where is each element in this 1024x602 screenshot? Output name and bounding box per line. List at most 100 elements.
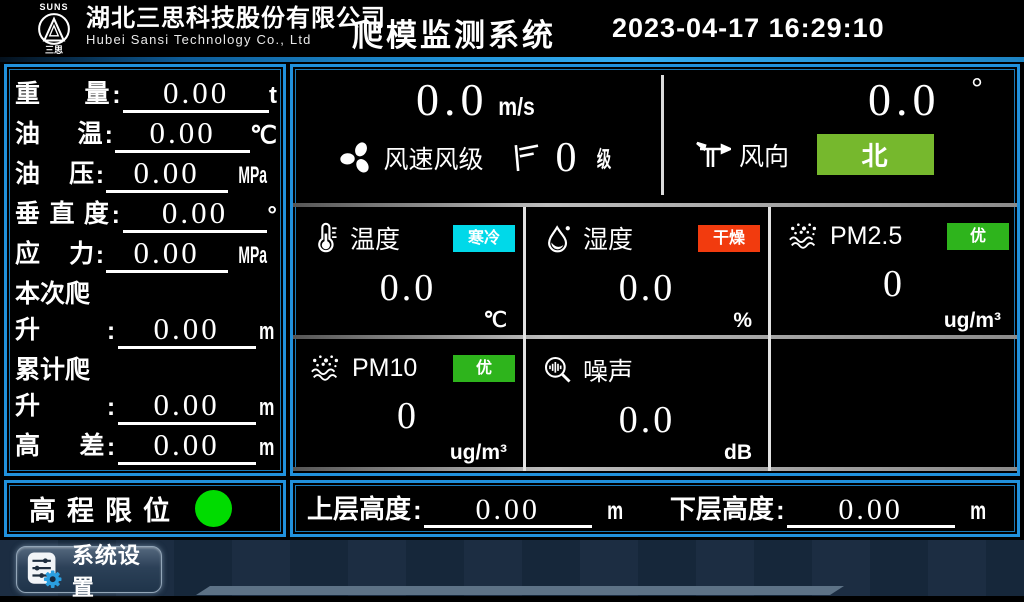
elevation-limit-panel: 高程限位 bbox=[4, 480, 286, 537]
wind-direction-block: 0.0 ° 风向 北 bbox=[673, 67, 1017, 203]
sensor-unit: ℃ bbox=[483, 308, 507, 333]
degree-symbol: ° bbox=[971, 73, 983, 106]
metric-label: 垂直度 bbox=[15, 194, 109, 233]
page-title: 爬模监测系统 bbox=[352, 10, 556, 55]
datetime-display: 2023-04-17 16:29:10 bbox=[612, 13, 885, 44]
wind-direction-degrees: 0.0 bbox=[868, 74, 941, 125]
environment-panel: 0.0 m/s 风速风级 0 级 bbox=[290, 64, 1020, 476]
sensor-cell-noise: 噪声 0.0 dB bbox=[526, 339, 768, 467]
metric-unit: m bbox=[256, 434, 277, 465]
settings-button-label: 系统设置 bbox=[72, 538, 161, 602]
sensor-unit: ug/m³ bbox=[944, 309, 1001, 333]
status-badge-cold: 寒冷 bbox=[453, 225, 515, 252]
metric-label: 高差 bbox=[15, 426, 105, 465]
metric-row-oil-pressure: 油压 : 0.00 MPa bbox=[15, 154, 277, 193]
sensor-cell-empty bbox=[771, 339, 1017, 467]
metric-unit: m bbox=[256, 394, 277, 425]
grid-divider-horizontal bbox=[293, 467, 1017, 471]
thermometer-icon bbox=[309, 221, 341, 255]
metric-value: 0.00 bbox=[118, 313, 256, 349]
metric-label: 重量 bbox=[15, 74, 110, 113]
sensor-value: 0 bbox=[293, 394, 523, 438]
metric-row-weight: 重量 : 0.00 t bbox=[15, 74, 277, 113]
sensor-cell-humidity: 湿度 干燥 0.0 % bbox=[526, 207, 768, 335]
wind-level-unit: 级 bbox=[596, 142, 610, 174]
metric-row-stress: 应力 : 0.00 MPa bbox=[15, 234, 277, 273]
status-badge-good: 优 bbox=[947, 223, 1009, 250]
sensor-unit: % bbox=[733, 309, 752, 333]
sensor-value: 0.0 bbox=[526, 398, 768, 442]
metric-unit: ° bbox=[267, 202, 277, 233]
metric-value: 0.00 bbox=[106, 157, 228, 193]
heights-panel: 上层高度 : 0.00 m 下层高度 : 0.00 m bbox=[290, 480, 1020, 537]
sansi-logo-icon bbox=[37, 12, 71, 46]
system-settings-button[interactable]: 系统设置 bbox=[16, 546, 162, 593]
status-badge-good: 优 bbox=[453, 355, 515, 382]
sensor-name: PM2.5 bbox=[830, 222, 902, 251]
logo-text-suns: SUNS bbox=[39, 3, 68, 12]
wind-speed-block: 0.0 m/s 风速风级 0 级 bbox=[293, 67, 661, 203]
metric-row-verticality: 垂直度 : 0.00 ° bbox=[15, 194, 277, 233]
upper-height-unit: m bbox=[607, 497, 623, 528]
sensor-name: 温度 bbox=[350, 220, 400, 256]
lower-height-unit: m bbox=[970, 497, 986, 528]
sensor-cell-pm25: PM2.5 优 0 ug/m³ bbox=[771, 207, 1017, 335]
elevation-limit-indicator bbox=[195, 490, 232, 527]
company-name-block: 湖北三思科技股份有限公司 Hubei Sansi Technology Co.,… bbox=[86, 5, 386, 48]
sensor-value: 0 bbox=[771, 262, 1017, 306]
sensor-name: 噪声 bbox=[583, 352, 633, 388]
wind-speed-value: 0.0 bbox=[416, 74, 489, 125]
metric-unit: MPa bbox=[228, 162, 277, 193]
metric-row-oil-temp: 油温 : 0.00 ℃ bbox=[15, 114, 277, 153]
metric-row-height-diff: 高差 : 0.00 m bbox=[15, 426, 277, 465]
header: SUNS 三思 湖北三思科技股份有限公司 Hubei Sansi Technol… bbox=[0, 0, 1024, 57]
sensor-cell-pm10: PM10 优 0 ug/m³ bbox=[293, 339, 523, 467]
wind-vane-icon bbox=[695, 138, 731, 172]
noise-icon bbox=[542, 353, 574, 387]
status-badge-dry: 干燥 bbox=[698, 225, 760, 252]
sensor-name: PM10 bbox=[352, 354, 417, 383]
lower-height-label: 下层高度 bbox=[670, 489, 774, 528]
metric-unit: m bbox=[256, 318, 277, 349]
company-name-en: Hubei Sansi Technology Co., Ltd bbox=[86, 33, 386, 48]
taskbar-accent-strip bbox=[196, 586, 844, 595]
metric-value: 0.00 bbox=[118, 429, 256, 465]
metric-value: 0.00 bbox=[118, 389, 256, 425]
metric-value: 0.00 bbox=[123, 197, 268, 233]
wind-section-divider bbox=[661, 75, 664, 195]
metric-unit: ℃ bbox=[250, 121, 277, 153]
metrics-panel: 重量 : 0.00 t 油温 : 0.00 ℃ 油压 : 0.00 MPa 垂直… bbox=[4, 64, 286, 476]
wind-speed-label: 风速风级 bbox=[383, 140, 483, 176]
metric-label: 应力 bbox=[15, 234, 94, 273]
sensor-value: 0.0 bbox=[293, 266, 523, 310]
metric-label: 油压 bbox=[15, 154, 94, 193]
metric-label: 油温 bbox=[15, 114, 102, 153]
metric-label: 本次爬升 bbox=[15, 274, 105, 349]
wind-direction-label: 风向 bbox=[739, 137, 789, 173]
company-logo: SUNS 三思 bbox=[26, 0, 82, 57]
wind-level-value: 0 bbox=[556, 134, 577, 182]
wind-direction-button[interactable]: 北 bbox=[817, 134, 934, 175]
upper-height-group: 上层高度 : 0.00 m bbox=[307, 489, 626, 528]
lower-height-group: 下层高度 : 0.00 m bbox=[670, 489, 989, 528]
metric-row-total-climb: 累计爬升 : 0.00 m bbox=[15, 350, 277, 425]
fan-icon bbox=[339, 140, 375, 176]
metric-label: 累计爬升 bbox=[15, 350, 105, 425]
upper-height-label: 上层高度 bbox=[307, 489, 411, 528]
sensor-cell-temperature: 温度 寒冷 0.0 ℃ bbox=[293, 207, 523, 335]
sensor-unit: dB bbox=[724, 441, 752, 465]
lower-height-value: 0.00 bbox=[787, 494, 955, 529]
metric-row-current-climb: 本次爬升 : 0.00 m bbox=[15, 274, 277, 349]
metric-value: 0.00 bbox=[106, 237, 228, 273]
sensor-unit: ug/m³ bbox=[450, 441, 507, 465]
company-name-cn: 湖北三思科技股份有限公司 bbox=[86, 5, 386, 33]
sensor-name: 湿度 bbox=[583, 220, 633, 256]
metric-value: 0.00 bbox=[115, 117, 250, 153]
particles-icon bbox=[787, 220, 821, 252]
settings-sliders-gear-icon bbox=[26, 550, 63, 590]
particles-icon bbox=[309, 352, 343, 384]
sensor-value: 0.0 bbox=[526, 266, 768, 310]
upper-height-value: 0.00 bbox=[424, 494, 592, 529]
logo-text-sansi: 三思 bbox=[45, 46, 63, 55]
metric-value: 0.00 bbox=[123, 77, 269, 113]
